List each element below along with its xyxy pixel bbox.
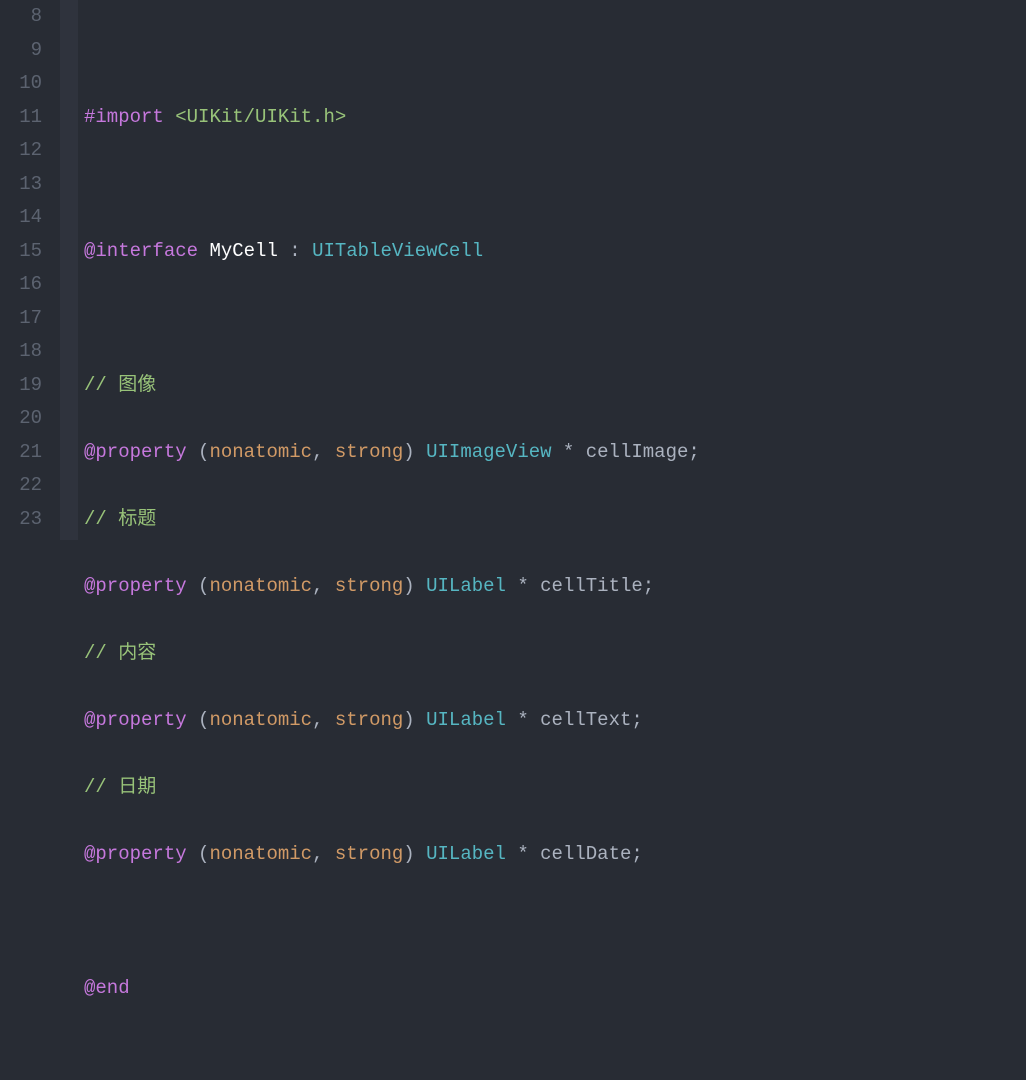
line-number: 16 — [0, 268, 42, 302]
attr-nonatomic: nonatomic — [209, 441, 312, 463]
paren: ) — [403, 441, 426, 463]
comma: , — [312, 843, 335, 865]
fold-column — [60, 0, 78, 540]
line-number: 14 — [0, 201, 42, 235]
code-line[interactable]: @interface MyCell : UITableViewCell — [84, 235, 1026, 269]
attr-nonatomic: nonatomic — [209, 709, 312, 731]
line-number: 20 — [0, 402, 42, 436]
code-line[interactable]: @end — [84, 972, 1026, 1006]
line-number: 12 — [0, 134, 42, 168]
identifier: cellTitle — [540, 575, 643, 597]
code-line[interactable]: @property (nonatomic, strong) UILabel * … — [84, 704, 1026, 738]
semicolon: ; — [631, 843, 642, 865]
code-line[interactable]: // 内容 — [84, 637, 1026, 671]
semicolon: ; — [643, 575, 654, 597]
comment: // 图像 — [84, 374, 156, 396]
attr-strong: strong — [335, 575, 403, 597]
semicolon: ; — [688, 441, 699, 463]
line-number: 19 — [0, 369, 42, 403]
line-number: 18 — [0, 335, 42, 369]
code-line[interactable]: #import <UIKit/UIKit.h> — [84, 101, 1026, 135]
code-line[interactable]: @property (nonatomic, strong) UILabel * … — [84, 838, 1026, 872]
star: * — [506, 709, 540, 731]
line-number: 23 — [0, 503, 42, 537]
attr-strong: strong — [335, 709, 403, 731]
line-number: 13 — [0, 168, 42, 202]
interface-keyword: @interface — [84, 240, 198, 262]
code-line[interactable] — [84, 168, 1026, 202]
star: * — [506, 843, 540, 865]
code-line[interactable]: // 图像 — [84, 369, 1026, 403]
comma: , — [312, 709, 335, 731]
code-line[interactable] — [84, 34, 1026, 68]
line-number: 22 — [0, 469, 42, 503]
paren: ( — [187, 843, 210, 865]
code-line[interactable] — [84, 302, 1026, 336]
property-keyword: @property — [84, 843, 187, 865]
property-keyword: @property — [84, 575, 187, 597]
identifier: cellImage — [586, 441, 689, 463]
star: * — [552, 441, 586, 463]
line-number: 21 — [0, 436, 42, 470]
paren: ) — [403, 709, 426, 731]
paren: ) — [403, 575, 426, 597]
type-name: UILabel — [426, 709, 506, 731]
semicolon: ; — [631, 709, 642, 731]
import-header: <UIKit/UIKit.h> — [175, 106, 346, 128]
end-keyword: @end — [84, 977, 130, 999]
comment: // 标题 — [84, 508, 156, 530]
attr-strong: strong — [335, 441, 403, 463]
identifier: cellText — [540, 709, 631, 731]
superclass: UITableViewCell — [312, 240, 483, 262]
comment: // 内容 — [84, 642, 156, 664]
code-line[interactable] — [84, 1039, 1026, 1073]
comma: , — [312, 441, 335, 463]
line-number: 9 — [0, 34, 42, 68]
code-line[interactable]: // 日期 — [84, 771, 1026, 805]
colon: : — [278, 240, 312, 262]
code-editor[interactable]: #import <UIKit/UIKit.h> @interface MyCel… — [78, 0, 1026, 540]
star: * — [506, 575, 540, 597]
comma: , — [312, 575, 335, 597]
code-line[interactable]: @property (nonatomic, strong) UIImageVie… — [84, 436, 1026, 470]
code-line[interactable] — [84, 905, 1026, 939]
class-name: MyCell — [209, 240, 277, 262]
attr-strong: strong — [335, 843, 403, 865]
property-keyword: @property — [84, 441, 187, 463]
type-name: UILabel — [426, 575, 506, 597]
attr-nonatomic: nonatomic — [209, 843, 312, 865]
line-number: 17 — [0, 302, 42, 336]
paren: ) — [403, 843, 426, 865]
type-name: UILabel — [426, 843, 506, 865]
code-line[interactable]: @property (nonatomic, strong) UILabel * … — [84, 570, 1026, 604]
line-number-gutter: 8 9 10 11 12 13 14 15 16 17 18 19 20 21 … — [0, 0, 60, 540]
attr-nonatomic: nonatomic — [209, 575, 312, 597]
code-line[interactable]: // 标题 — [84, 503, 1026, 537]
paren: ( — [187, 575, 210, 597]
line-number: 10 — [0, 67, 42, 101]
line-number: 8 — [0, 0, 42, 34]
import-keyword: #import — [84, 106, 164, 128]
line-number: 11 — [0, 101, 42, 135]
paren: ( — [187, 709, 210, 731]
comment: // 日期 — [84, 776, 156, 798]
identifier: cellDate — [540, 843, 631, 865]
line-number: 15 — [0, 235, 42, 269]
paren: ( — [187, 441, 210, 463]
type-name: UIImageView — [426, 441, 551, 463]
property-keyword: @property — [84, 709, 187, 731]
